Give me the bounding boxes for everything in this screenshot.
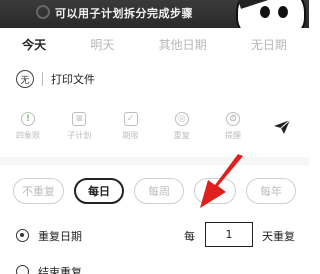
tool-label: 期限	[122, 131, 139, 140]
repeat-option-daily[interactable]: 每日	[74, 178, 124, 204]
reminder-icon: ⏱	[226, 112, 240, 126]
top-banner: 可以用子计划拆分完成步骤	[0, 0, 309, 28]
tab-tomorrow[interactable]: 明天	[90, 36, 114, 53]
repeat-option-none[interactable]: 不重复	[13, 178, 64, 204]
task-row[interactable]: 无 打印文件	[16, 70, 95, 88]
task-toolbar: ! 四象限 ≡ 子计划 ✓ 期限 ◎ 重复 ⏱ 提醒	[8, 112, 253, 141]
repeat-date-row: 重复日期 每 1 天重复	[16, 222, 301, 250]
subplan-icon: ≡	[72, 112, 87, 126]
mascot-eye	[278, 6, 288, 18]
priority-badge[interactable]: 无	[16, 70, 34, 88]
tool-quadrant[interactable]: ! 四象限	[8, 112, 48, 141]
end-repeat-label: 结束重复	[38, 266, 82, 274]
divider	[42, 72, 43, 86]
repeat-date-icon	[16, 229, 29, 242]
unit-label: 天重复	[262, 230, 295, 243]
tool-subplan[interactable]: ≡ 子计划	[59, 112, 99, 141]
deadline-icon: ✓	[123, 112, 138, 126]
tool-label: 子计划	[67, 131, 92, 140]
mascot-icon	[236, 0, 306, 28]
repeat-date-label: 重复日期	[38, 230, 82, 243]
tool-deadline[interactable]: ✓ 期限	[111, 112, 151, 141]
end-repeat-icon	[16, 265, 29, 274]
tool-label: 重复	[173, 131, 190, 140]
tool-label: 提醒	[225, 131, 241, 140]
red-arrow-icon	[200, 154, 243, 208]
tab-today[interactable]: 今天	[22, 36, 46, 53]
date-tabs: 今天 明天 其他日期 无日期	[0, 31, 309, 57]
every-label: 每	[184, 230, 195, 243]
tab-no-date[interactable]: 无日期	[251, 36, 287, 53]
quadrant-icon: !	[21, 112, 35, 126]
section-divider	[0, 157, 309, 165]
tool-label: 四象限	[16, 131, 40, 140]
tab-other-date[interactable]: 其他日期	[159, 36, 207, 53]
tool-repeat[interactable]: ◎ 重复	[162, 112, 202, 141]
repeat-option-yearly[interactable]: 每年	[246, 178, 296, 204]
repeat-icon: ◎	[174, 112, 189, 126]
send-icon[interactable]	[273, 119, 291, 135]
banner-hint: 可以用子计划拆分完成步骤	[55, 7, 193, 20]
banner-circle-icon	[36, 5, 50, 19]
interval-input[interactable]: 1	[205, 222, 253, 247]
repeat-option-weekly[interactable]: 每周	[134, 178, 184, 204]
repeat-options: 不重复 每日 每周 每年	[13, 178, 306, 204]
tool-reminder[interactable]: ⏱ 提醒	[213, 112, 253, 141]
mascot-eye	[260, 6, 270, 18]
task-name[interactable]: 打印文件	[51, 71, 95, 87]
